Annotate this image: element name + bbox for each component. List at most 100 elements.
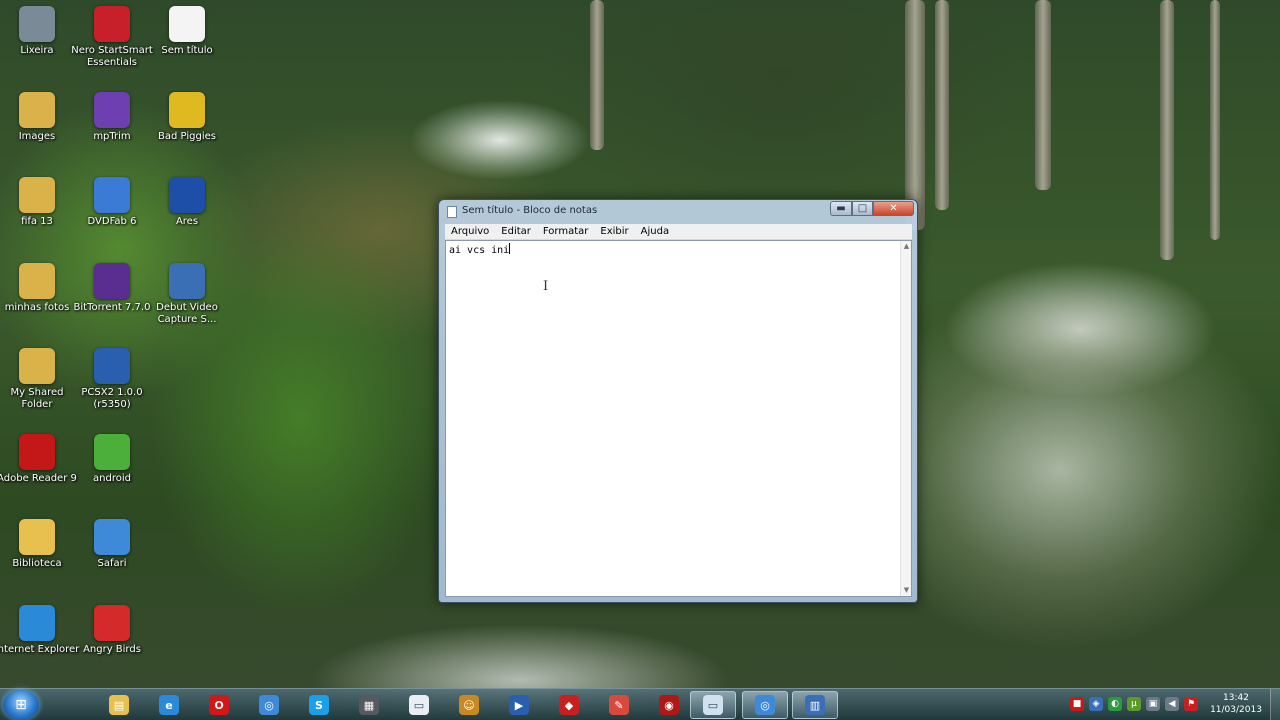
- taskbar-button-notepad[interactable]: ▭: [690, 691, 736, 719]
- adobe-reader-icon: [19, 434, 55, 470]
- vertical-scrollbar[interactable]: ▲ ▼: [900, 241, 911, 596]
- desktop-icon-internet-explorer[interactable]: Internet Explorer: [0, 605, 80, 656]
- desktop-icon-sem-t-tulo[interactable]: Sem título: [144, 6, 230, 57]
- pcsx2-icon: [94, 348, 130, 384]
- windows-start-orb-icon[interactable]: ⊞: [3, 690, 39, 720]
- debut-video-icon: [169, 263, 205, 299]
- clock-date: 11/03/2013: [1210, 705, 1262, 715]
- utorrent-icon[interactable]: µ: [1127, 697, 1141, 711]
- notepad-window[interactable]: Sem título - Bloco de notas ▬ □ ✕ Arquiv…: [438, 199, 918, 603]
- notepad-icon: [447, 206, 457, 218]
- menu-arquivo[interactable]: Arquivo: [445, 226, 495, 237]
- desktop-icon-ares[interactable]: Ares: [144, 177, 230, 228]
- desktop-icon-label: Biblioteca: [12, 558, 62, 569]
- desktop-icon-mptrim[interactable]: mpTrim: [69, 92, 155, 143]
- menu-bar: Arquivo Editar Formatar Exibir Ajuda: [445, 224, 912, 240]
- text-editor[interactable]: ai vcs ini I ▲ ▼: [445, 240, 912, 597]
- shield-icon[interactable]: ◈: [1089, 697, 1103, 711]
- maximize-button[interactable]: □: [852, 201, 873, 216]
- safari-icon: [94, 519, 130, 555]
- ares-icon: [169, 177, 205, 213]
- action-center-flag-icon[interactable]: ⚑: [1184, 697, 1198, 711]
- nero-icon: [94, 6, 130, 42]
- whatsapp-icon[interactable]: ◐: [1108, 697, 1122, 711]
- desktop-icon-label: Debut Video Capture S...: [156, 302, 218, 325]
- taskbar-button-paint[interactable]: ✎: [596, 691, 642, 719]
- desktop-icon-debut-video-capture-s[interactable]: Debut Video Capture S...: [144, 263, 230, 326]
- internet-explorer-icon: [19, 605, 55, 641]
- desktop-icon-my-shared-folder[interactable]: My Shared Folder: [0, 348, 80, 411]
- desktop-icon-label: Adobe Reader 9: [0, 473, 77, 484]
- desktop-icon-safari[interactable]: Safari: [69, 519, 155, 570]
- volume-icon[interactable]: ◀: [1165, 697, 1179, 711]
- desktop-icon-images[interactable]: Images: [0, 92, 80, 143]
- safari-icon: ◎: [259, 695, 279, 715]
- taskbar: ⊞ ▤ e O ◎ S ▦ ▭ ☺ ▶ ◆ ✎ ◉ ▭ ◎ ▥ ■ ◈ ◐ µ ▣ ◀ ⚑ 13:42 11/03/20…: [0, 688, 1280, 720]
- close-button[interactable]: ✕: [873, 201, 914, 216]
- text-caret: [509, 243, 511, 254]
- menu-exibir[interactable]: Exibir: [594, 226, 634, 237]
- internet-explorer-icon: e: [159, 695, 179, 715]
- desktop-icon-label: mpTrim: [93, 131, 131, 142]
- desktop-icon-biblioteca[interactable]: Biblioteca: [0, 519, 80, 570]
- taskbar-button-skype[interactable]: S: [296, 691, 342, 719]
- taskbar-button-safari[interactable]: ◎: [742, 691, 788, 719]
- maximize-icon: □: [857, 203, 868, 214]
- desktop-icon-label: Angry Birds: [83, 644, 141, 655]
- desktop-icon-label: PCSX2 1.0.0 (r5350): [81, 387, 143, 410]
- media-icon: ▦: [359, 695, 379, 715]
- taskbar-button-safari[interactable]: ◎: [246, 691, 292, 719]
- menu-editar[interactable]: Editar: [495, 226, 537, 237]
- bluestacks-icon: [94, 434, 130, 470]
- window-titlebar[interactable]: Sem título - Bloco de notas ▬ □ ✕: [439, 200, 917, 223]
- desktop-icon-label: Nero StartSmart Essentials: [71, 45, 153, 68]
- desktop-icon-nero-startsmart-essentials[interactable]: Nero StartSmart Essentials: [69, 6, 155, 69]
- window-title: Sem título - Bloco de notas: [462, 205, 598, 216]
- minimize-icon: ▬: [836, 203, 846, 214]
- editor-text[interactable]: ai vcs ini: [449, 243, 511, 256]
- taskbar-button-opera[interactable]: O: [196, 691, 242, 719]
- desktop-icon-android[interactable]: android: [69, 434, 155, 485]
- paint-icon: ✎: [609, 695, 629, 715]
- taskbar-button-cars[interactable]: ◆: [546, 691, 592, 719]
- taskbar-button-windows-explorer[interactable]: ▤: [96, 691, 142, 719]
- desktop-icon-bittorrent-7-7-0[interactable]: BitTorrent 7.7.0: [69, 263, 155, 314]
- taskbar-button-game[interactable]: ☺: [446, 691, 492, 719]
- editor-content: ai vcs ini: [449, 245, 510, 256]
- desktop-icon-label: Lixeira: [20, 45, 54, 56]
- desktop-icon-minhas-fotos[interactable]: minhas fotos: [0, 263, 80, 314]
- ibeam-cursor-icon: I: [543, 279, 549, 294]
- desktop-icon-label: My Shared Folder: [10, 387, 64, 410]
- desktop-icon-bad-piggies[interactable]: Bad Piggies: [144, 92, 230, 143]
- debut-video-icon: ▥: [805, 695, 825, 715]
- scroll-up-icon[interactable]: ▲: [902, 242, 911, 251]
- folder-icon: [19, 92, 55, 128]
- taskbar-button-media[interactable]: ▦: [346, 691, 392, 719]
- taskbar-button-target[interactable]: ◉: [646, 691, 692, 719]
- bittorrent-icon: [94, 263, 130, 299]
- desktop-icon-adobe-reader-9[interactable]: Adobe Reader 9: [0, 434, 80, 485]
- menu-ajuda[interactable]: Ajuda: [635, 226, 675, 237]
- desktop-icon-label: Internet Explorer: [0, 644, 80, 655]
- taskbar-button-debut-video[interactable]: ▥: [792, 691, 838, 719]
- network-icon[interactable]: ▣: [1146, 697, 1160, 711]
- clock-time: 13:42: [1223, 693, 1249, 703]
- opera-icon: O: [209, 695, 229, 715]
- menu-formatar[interactable]: Formatar: [537, 226, 594, 237]
- taskbar-button-notepad[interactable]: ▭: [396, 691, 442, 719]
- desktop-icon-label: Images: [18, 131, 56, 142]
- desktop-icon-dvdfab-6[interactable]: DVDFab 6: [69, 177, 155, 228]
- antivirus-icon[interactable]: ■: [1070, 697, 1084, 711]
- desktop-icon-lixeira[interactable]: Lixeira: [0, 6, 80, 57]
- safari-icon: ◎: [755, 695, 775, 715]
- desktop-icon-label: android: [93, 473, 131, 484]
- scroll-down-icon[interactable]: ▼: [902, 586, 911, 595]
- taskbar-button-pcsx2[interactable]: ▶: [496, 691, 542, 719]
- clock[interactable]: 13:42 11/03/2013: [1206, 692, 1266, 716]
- desktop-icon-fifa-13[interactable]: fifa 13: [0, 177, 80, 228]
- desktop-icon-pcsx2-1-0-0-r5350[interactable]: PCSX2 1.0.0 (r5350): [69, 348, 155, 411]
- desktop-icon-angry-birds[interactable]: Angry Birds: [69, 605, 155, 656]
- show-desktop-button[interactable]: [1270, 689, 1280, 720]
- taskbar-button-internet-explorer[interactable]: e: [146, 691, 192, 719]
- minimize-button[interactable]: ▬: [830, 201, 852, 216]
